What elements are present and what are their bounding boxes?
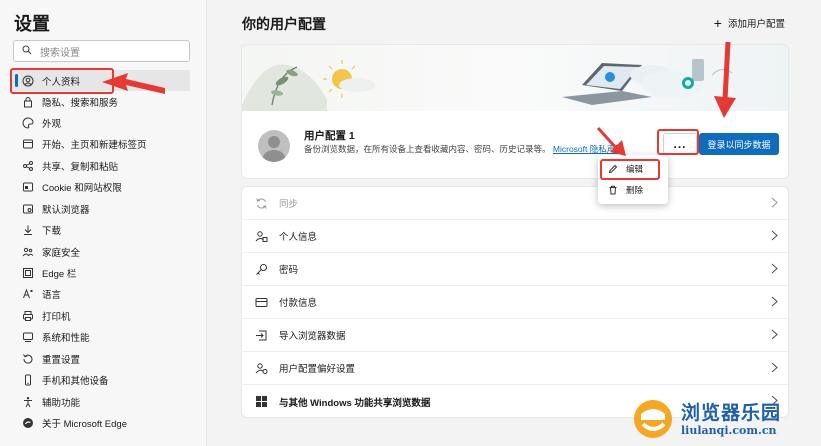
red-arrow-icon (714, 96, 736, 118)
watermark: 浏览器乐园 liulanqi.com.cn (631, 398, 809, 440)
watermark-url: liulanqi.com.cn (681, 424, 777, 437)
red-arrow-icon (102, 73, 165, 94)
watermark-logo-icon (634, 400, 672, 438)
red-arrow-icon (722, 41, 731, 101)
red-arrow-icon (596, 126, 620, 152)
watermark-title: 浏览器乐园 (681, 402, 782, 424)
annotation-arrows (102, 41, 736, 156)
